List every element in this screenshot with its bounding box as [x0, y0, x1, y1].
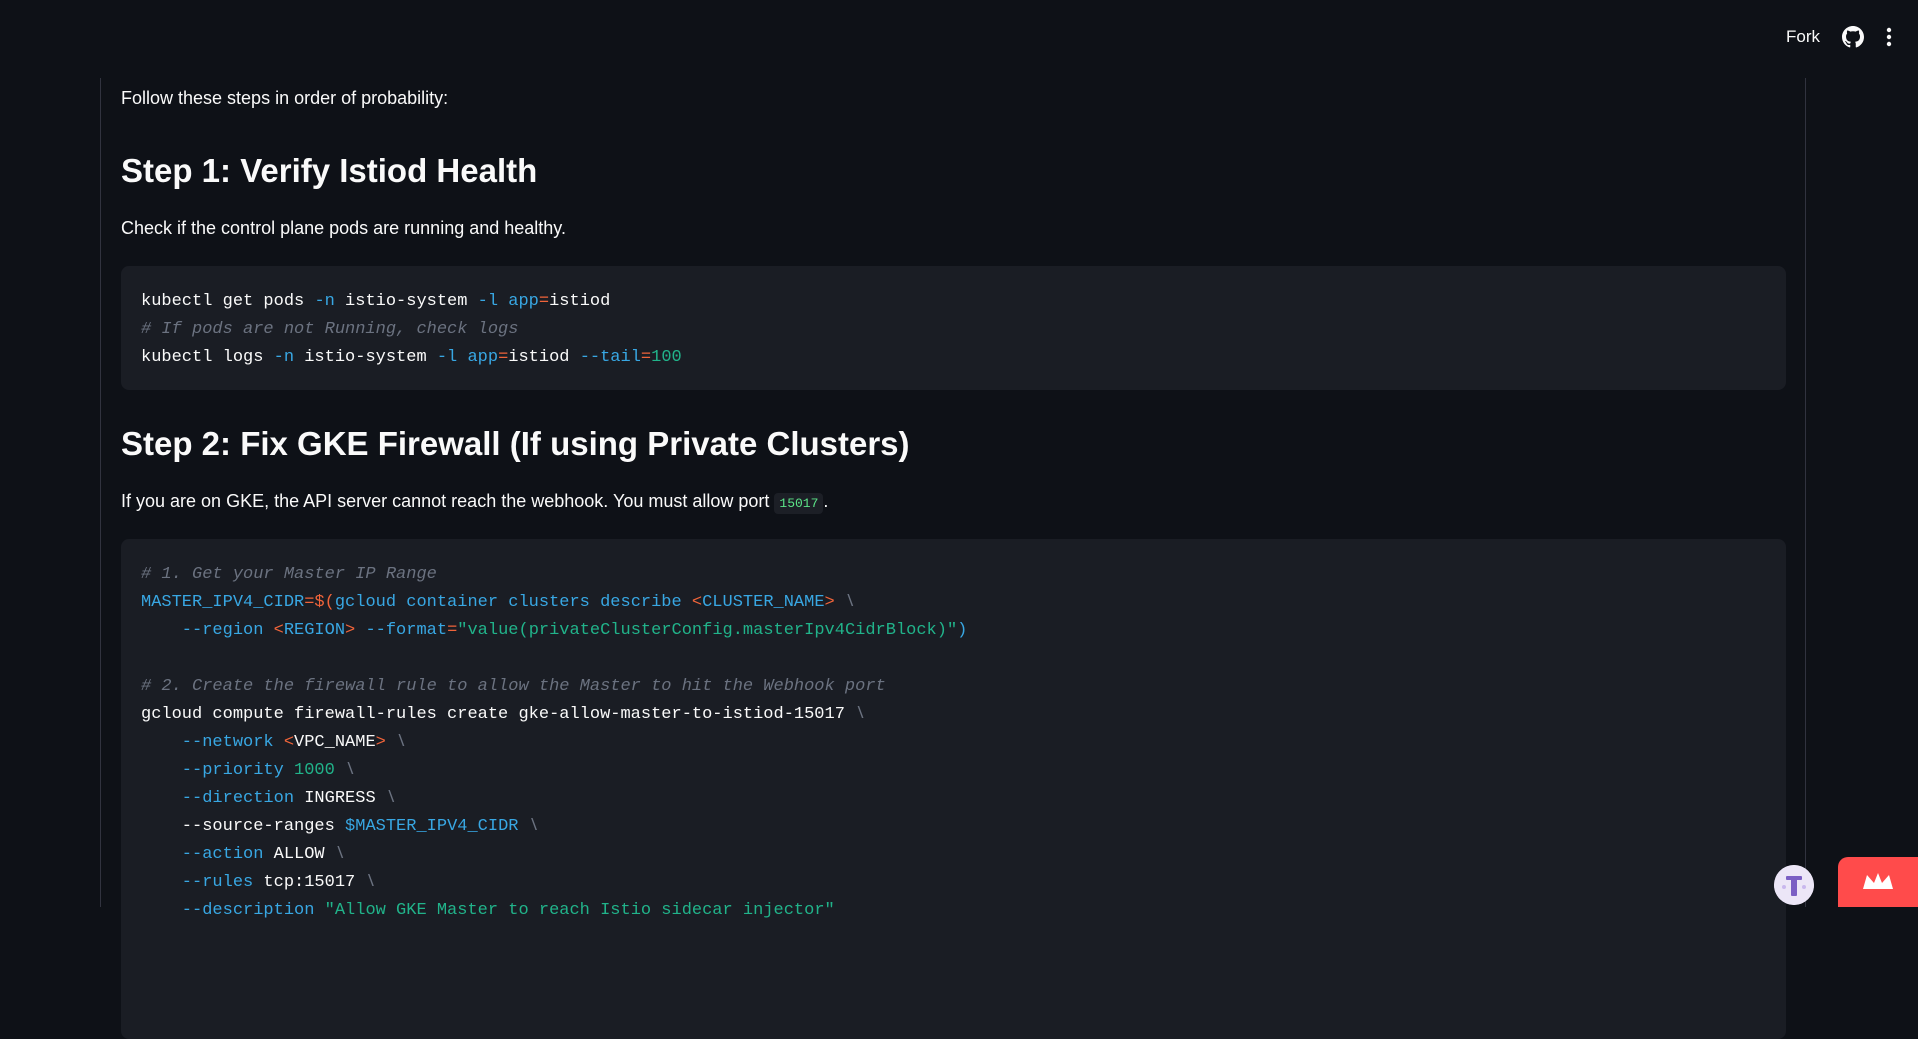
code-line: --action ALLOW \ — [141, 841, 1766, 869]
code-token: -n — [273, 348, 295, 367]
code-token: < — [283, 733, 295, 752]
fork-button[interactable]: Fork — [1786, 27, 1820, 47]
code-token: -l — [477, 292, 499, 311]
step1-code-block[interactable]: kubectl get pods -n istio-system -l app=… — [121, 266, 1786, 390]
code-token: -l — [436, 348, 458, 367]
assistant-avatar-icon[interactable] — [1774, 865, 1814, 905]
code-token: --direction — [141, 789, 305, 808]
step2-description-text: If you are on GKE, the API server cannot… — [121, 491, 775, 511]
code-token: REGION — [283, 621, 346, 640]
content-right-border — [1805, 78, 1806, 907]
code-token: 1000 — [294, 761, 335, 780]
code-token: \ — [518, 817, 539, 836]
code-line: # If pods are not Running, check logs — [141, 316, 1766, 344]
code-line: --region <REGION> --format="value(privat… — [141, 617, 1766, 645]
code-token: = — [447, 621, 458, 640]
code-token: < — [691, 593, 703, 612]
code-token: # If pods are not Running, check logs — [141, 320, 519, 339]
more-vertical-icon[interactable] — [1886, 27, 1892, 47]
code-line: --rules tcp:15017 \ — [141, 869, 1766, 897]
github-icon[interactable] — [1842, 26, 1864, 48]
code-token: --source-ranges — [141, 817, 346, 836]
code-token: > — [345, 621, 356, 640]
code-token: < — [273, 621, 284, 640]
code-token: ALLOW — [273, 845, 325, 864]
step2-description: If you are on GKE, the API server cannot… — [121, 491, 829, 514]
code-token: > — [375, 733, 386, 752]
code-token: = — [640, 348, 652, 367]
code-token: tcp:15017 — [263, 873, 356, 892]
code-line: --description "Allow GKE Master to reach… — [141, 897, 1766, 925]
code-line: kubectl logs -n istio-system -l app=isti… — [141, 344, 1766, 372]
code-token: \ — [385, 733, 407, 752]
app-header: Fork — [0, 0, 1918, 78]
code-token: # 2. Create the firewall rule to allow t… — [141, 677, 886, 696]
intro-text: Follow these steps in order of probabili… — [121, 88, 449, 108]
code-token: kubectl get pods — [141, 292, 315, 311]
code-line: # 2. Create the firewall rule to allow t… — [141, 673, 1766, 701]
code-line: --direction INGRESS \ — [141, 785, 1766, 813]
step2-heading: Step 2: Fix GKE Firewall (If using Priva… — [121, 425, 910, 462]
code-token: $MASTER_IPV4_CIDR — [345, 817, 519, 836]
step1-description: Check if the control plane pods are runn… — [121, 218, 566, 238]
code-line: --source-ranges $MASTER_IPV4_CIDR \ — [141, 813, 1766, 841]
code-token: ) — [957, 621, 968, 640]
code-token: > — [824, 593, 835, 612]
code-token: \ — [334, 761, 356, 780]
code-token: --tail — [579, 348, 641, 367]
code-token: istiod — [508, 348, 580, 367]
step1-heading: Step 1: Verify Istiod Health — [121, 152, 538, 189]
code-line: kubectl get pods -n istio-system -l app=… — [141, 288, 1766, 316]
code-token: CLUSTER_NAME — [702, 593, 825, 612]
code-token: = — [538, 292, 550, 311]
code-token: "Allow GKE Master to reach Istio sidecar… — [324, 901, 835, 920]
port-inline-code: 15017 — [774, 493, 824, 514]
code-token: \ — [375, 789, 397, 808]
code-token: istiod — [549, 292, 611, 311]
step2-code: # 1. Get your Master IP Range MASTER_IPV4… — [141, 561, 1766, 925]
code-token: app — [467, 348, 499, 367]
code-token: istio-system — [294, 348, 437, 367]
code-token: -n — [314, 292, 335, 311]
code-token: \ — [324, 845, 346, 864]
code-token: app — [508, 292, 539, 311]
code-token: INGRESS — [304, 789, 376, 808]
code-line: --priority 1000 \ — [141, 757, 1766, 785]
code-token: --rules — [141, 873, 264, 892]
code-token: --network — [141, 733, 284, 752]
step2-description-end: . — [823, 491, 829, 511]
code-token: gcloud container clusters describe — [334, 593, 692, 612]
code-token: gcloud compute firewall-rules create gke… — [141, 705, 856, 724]
code-token: VPC_NAME — [294, 733, 376, 752]
code-line: --network <VPC_NAME> \ — [141, 729, 1766, 757]
code-token: \ — [355, 873, 376, 892]
code-token: \ — [855, 705, 866, 724]
code-line: MASTER_IPV4_CIDR=$(gcloud container clus… — [141, 589, 1766, 617]
code-token: 100 — [651, 348, 682, 367]
code-line: gcloud compute firewall-rules create gke… — [141, 701, 1766, 729]
code-token: --description — [141, 901, 325, 920]
code-token: = — [498, 348, 509, 367]
code-token: --priority — [141, 761, 295, 780]
code-token: MASTER_IPV4_CIDR — [141, 593, 305, 612]
code-token: --action — [141, 845, 274, 864]
code-token: # 1. Get your Master IP Range — [141, 565, 437, 584]
content-left-border — [100, 78, 101, 907]
streamlit-crown-icon[interactable] — [1838, 857, 1918, 907]
code-token: istio-system — [334, 292, 478, 311]
header-toolbar: Fork — [1786, 26, 1892, 48]
code-token: \ — [834, 593, 856, 612]
step2-code-block[interactable]: # 1. Get your Master IP Range MASTER_IPV4… — [121, 539, 1786, 1039]
code-token: --format — [355, 621, 448, 640]
code-line: # 1. Get your Master IP Range — [141, 561, 1766, 589]
code-token: kubectl logs — [141, 348, 274, 367]
step1-code: kubectl get pods -n istio-system -l app=… — [141, 288, 1766, 372]
code-token: --region — [141, 621, 274, 640]
code-token: =$( — [304, 593, 335, 612]
code-token: "value(privateClusterConfig.masterIpv4Ci… — [457, 621, 958, 640]
